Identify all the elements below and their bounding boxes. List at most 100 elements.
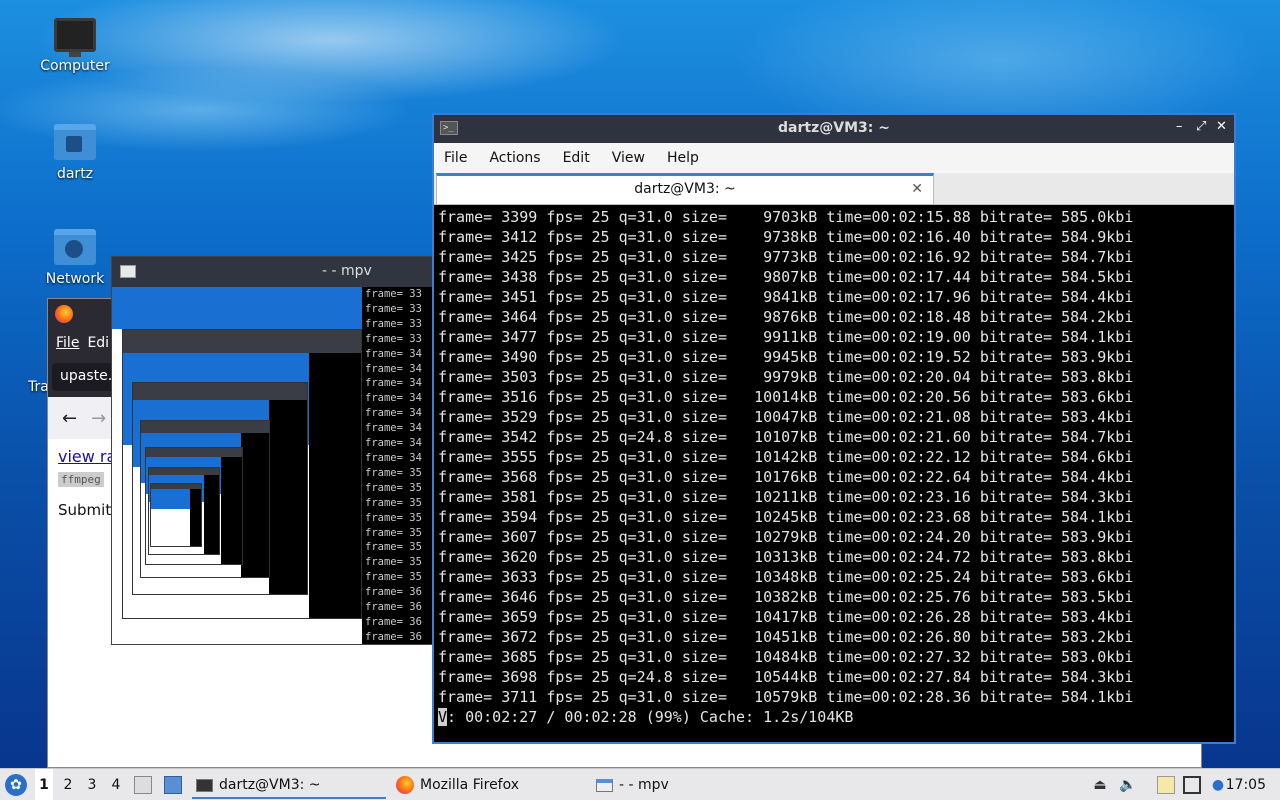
desktop-icon-trash-label[interactable]: Tra <box>28 379 49 395</box>
terminal-line: frame= 3464 fps= 25 q=31.0 size= 9876kB … <box>438 308 1134 326</box>
mpv-term-line: frame= 36 <box>365 586 422 599</box>
volume-icon[interactable]: 🔈 <box>1119 776 1137 794</box>
terminal-line: frame= 3477 fps= 25 q=31.0 size= 9911kB … <box>438 328 1134 346</box>
terminal-line: frame= 3438 fps= 25 q=31.0 size= 9807kB … <box>438 268 1134 286</box>
show-desktop-icon[interactable] <box>164 776 182 794</box>
terminal-line: frame= 3685 fps= 25 q=31.0 size= 10484kB… <box>438 648 1134 666</box>
back-arrow-icon[interactable]: ← <box>62 408 77 429</box>
notification-icon[interactable]: ● <box>1209 776 1227 794</box>
menu-file[interactable]: File <box>444 150 467 166</box>
firefox-icon <box>55 305 73 323</box>
tab-close-icon[interactable]: ✕ <box>911 176 923 202</box>
terminal-cursor: V <box>438 708 448 726</box>
maximize-button[interactable]: ⤢ <box>1196 119 1206 134</box>
workspace-3[interactable]: 3 <box>83 769 101 800</box>
terminal-tab-label: dartz@VM3: ~ <box>634 181 736 197</box>
desktop-icon-home[interactable]: dartz <box>30 124 120 182</box>
menu-view[interactable]: View <box>612 150 645 166</box>
mpv-term-line: frame= 34 <box>365 347 422 360</box>
terminal-line: frame= 3646 fps= 25 q=31.0 size= 10382kB… <box>438 588 1134 606</box>
desktop-icon-label: Computer <box>40 58 110 74</box>
network-folder-icon <box>54 229 96 265</box>
terminal-tabbar: dartz@VM3: ~ ✕ <box>434 173 1234 205</box>
terminal-line: frame= 3490 fps= 25 q=31.0 size= 9945kB … <box>438 348 1134 366</box>
terminal-menubar: File Actions Edit View Help <box>434 143 1234 173</box>
terminal-line: frame= 3568 fps= 25 q=31.0 size= 10176kB… <box>438 468 1134 486</box>
desktop-icon-label: Network <box>45 271 105 287</box>
computer-icon <box>54 18 96 57</box>
menu-help[interactable]: Help <box>667 150 699 166</box>
terminal-line: frame= 3711 fps= 25 q=31.0 size= 10579kB… <box>438 688 1134 706</box>
mpv-term-line: frame= 35 <box>365 571 422 584</box>
task-firefox[interactable]: Mozilla Firefox <box>392 771 586 799</box>
terminal-line: frame= 3581 fps= 25 q=31.0 size= 10211kB… <box>438 488 1134 506</box>
forward-arrow-icon[interactable]: → <box>91 408 106 429</box>
terminal-line: frame= 3542 fps= 25 q=24.8 size= 10107kB… <box>438 428 1134 446</box>
mpv-term-line: frame= 34 <box>365 422 422 435</box>
task-label: - - mpv <box>619 777 669 793</box>
start-menu-icon[interactable]: ✿ <box>5 774 27 796</box>
mpv-term-line: frame= 35 <box>365 511 422 524</box>
mpv-term-line: frame= 35 <box>365 481 422 494</box>
terminal-line: frame= 3503 fps= 25 q=31.0 size= 9979kB … <box>438 368 1134 386</box>
mpv-term-line: frame= 34 <box>365 392 422 405</box>
workspace-2[interactable]: 2 <box>59 769 77 800</box>
mpv-term-line: frame= 36 <box>365 630 422 643</box>
mpv-title: - - mpv <box>322 263 372 279</box>
eject-icon[interactable]: ⏏ <box>1091 776 1109 794</box>
view-raw-link[interactable]: view ra <box>58 447 116 466</box>
task-mpv[interactable]: - - mpv <box>592 771 786 799</box>
file-manager-icon[interactable] <box>134 776 152 794</box>
mpv-term-line: frame= 35 <box>365 556 422 569</box>
code-snippet: ffmpeg <box>58 472 104 487</box>
menu-actions[interactable]: Actions <box>489 150 540 166</box>
mpv-term-line: frame= 34 <box>365 437 422 450</box>
terminal-line: frame= 3672 fps= 25 q=31.0 size= 10451kB… <box>438 628 1134 646</box>
terminal-line: frame= 3555 fps= 25 q=31.0 size= 10142kB… <box>438 448 1134 466</box>
workspace-4[interactable]: 4 <box>107 769 125 800</box>
desktop-icon-computer[interactable]: Computer <box>30 18 120 74</box>
home-folder-icon <box>54 124 96 160</box>
mpv-term-line: frame= 34 <box>365 451 422 464</box>
mpv-term-line: frame= 35 <box>365 526 422 539</box>
desktop-icon-label: dartz <box>56 166 94 182</box>
task-label: dartz@VM3: ~ <box>219 777 321 793</box>
firefox-icon <box>396 776 414 794</box>
terminal-window[interactable]: >_ dartz@VM3: ~ – ⤢ ✕ File Actions Edit … <box>432 113 1236 744</box>
mpv-term-line: frame= 35 <box>365 496 422 509</box>
mpv-term-line: frame= 36 <box>365 615 422 628</box>
mpv-term-line: frame= 34 <box>365 362 422 375</box>
terminal-line: frame= 3425 fps= 25 q=31.0 size= 9773kB … <box>438 248 1134 266</box>
mpv-term-line: frame= 36 <box>365 601 422 614</box>
desktop-icon-network[interactable]: Network <box>30 229 120 287</box>
menu-edit[interactable]: Edit <box>563 150 590 166</box>
window-icon <box>596 778 613 792</box>
terminal-titlebar[interactable]: >_ dartz@VM3: ~ – ⤢ ✕ <box>434 115 1234 143</box>
close-button[interactable]: ✕ <box>1216 119 1227 134</box>
window-icon <box>120 265 136 278</box>
mpv-term-line: frame= 33 <box>365 302 422 315</box>
terminal-line: frame= 3633 fps= 25 q=31.0 size= 10348kB… <box>438 568 1134 586</box>
firefox-menu-file[interactable]: File <box>56 335 79 351</box>
terminal-output[interactable]: frame= 3399 fps= 25 q=31.0 size= 9703kB … <box>438 207 1210 742</box>
task-label: Mozilla Firefox <box>420 777 520 793</box>
mpv-terminal-preview: frame= 33 frame= 33 frame= 33 frame= 33 fram… <box>362 287 440 644</box>
terminal-line: frame= 3516 fps= 25 q=31.0 size= 10014kB… <box>438 388 1134 406</box>
workspace-1[interactable]: 1 <box>35 769 53 800</box>
terminal-window-title: dartz@VM3: ~ <box>778 120 890 136</box>
mpv-term-line: frame= 33 <box>365 332 422 345</box>
clipboard-icon[interactable] <box>1157 776 1175 794</box>
mpv-video-area[interactable]: frame= 33 frame= 33 frame= 33 frame= 33 fram… <box>112 287 440 644</box>
terminal-line: frame= 3620 fps= 25 q=31.0 size= 10313kB… <box>438 548 1134 566</box>
recursive-frame <box>150 483 202 547</box>
network-icon[interactable] <box>1183 776 1201 794</box>
task-terminal[interactable]: dartz@VM3: ~ <box>192 771 386 799</box>
mpv-window[interactable]: - - mpv frame= 33 frame= 33 frame= 33 frame… <box>111 256 441 645</box>
minimize-button[interactable]: – <box>1176 119 1183 134</box>
mpv-term-line: frame= 34 <box>365 407 422 420</box>
mpv-titlebar[interactable]: - - mpv <box>112 257 440 287</box>
clock[interactable]: 17:05 <box>1226 769 1266 800</box>
firefox-menu-edit[interactable]: Edi <box>87 335 109 351</box>
terminal-scrollbar[interactable] <box>1216 207 1234 742</box>
terminal-tab[interactable]: dartz@VM3: ~ ✕ <box>436 173 934 205</box>
